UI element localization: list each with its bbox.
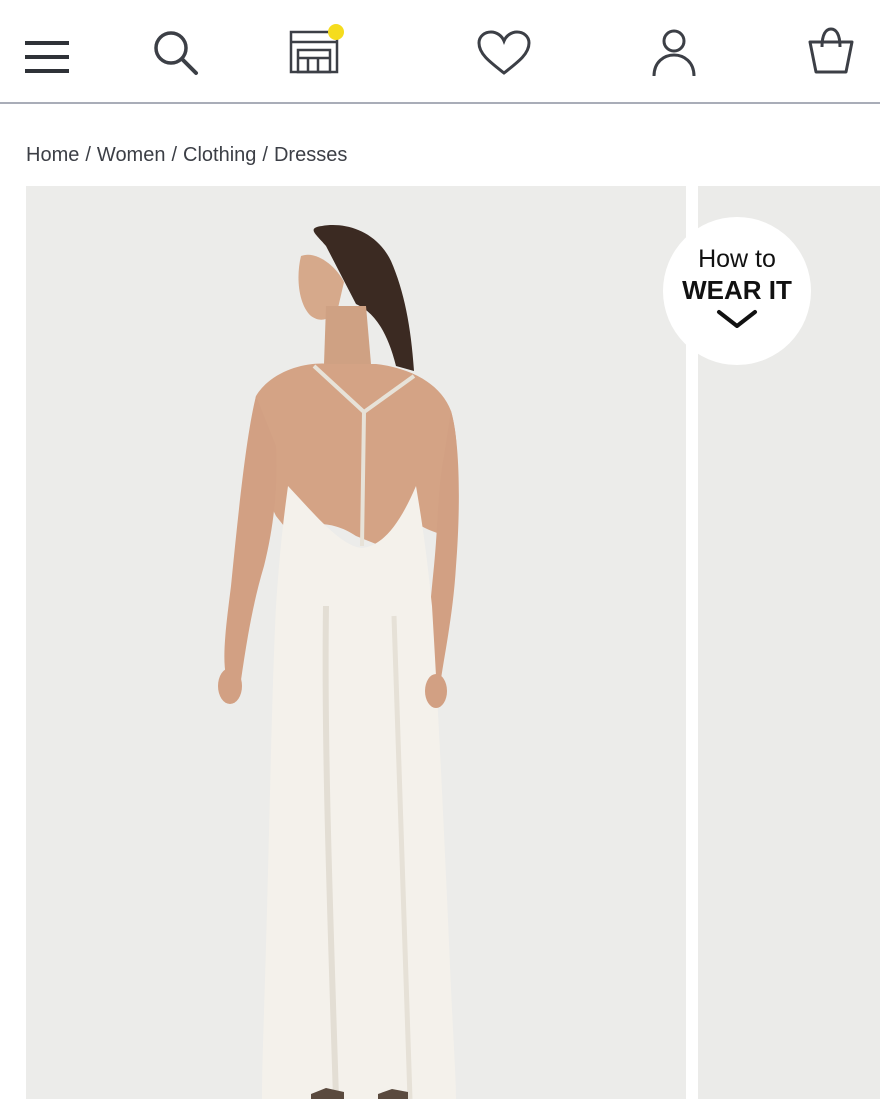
- chevron-down-icon: [717, 310, 757, 328]
- account-icon[interactable]: [650, 28, 698, 78]
- top-nav-bar: [0, 0, 880, 104]
- how-to-label: How to: [698, 245, 776, 273]
- heart-icon[interactable]: [476, 30, 532, 76]
- how-to-wear-it-button[interactable]: How to WEAR IT: [663, 217, 811, 365]
- search-icon[interactable]: [152, 29, 200, 77]
- breadcrumb-dresses[interactable]: Dresses: [274, 144, 347, 167]
- product-photo-back-view[interactable]: [26, 186, 686, 1099]
- breadcrumb-separator: /: [262, 144, 268, 166]
- product-image-gallery[interactable]: How to WEAR IT: [26, 186, 880, 1099]
- breadcrumb-separator: /: [85, 144, 91, 166]
- menu-icon[interactable]: [25, 40, 69, 74]
- wear-it-label: WEAR IT: [682, 275, 792, 305]
- notification-dot: [328, 24, 344, 40]
- breadcrumb-women[interactable]: Women: [97, 144, 166, 167]
- model-illustration: [218, 225, 459, 1099]
- breadcrumb-home[interactable]: Home: [26, 144, 79, 167]
- breadcrumb-clothing[interactable]: Clothing: [183, 144, 256, 167]
- bag-icon[interactable]: [806, 26, 856, 76]
- breadcrumb: Home / Women / Clothing / Dresses: [26, 144, 347, 167]
- breadcrumb-separator: /: [171, 144, 178, 166]
- store-icon[interactable]: [288, 20, 350, 76]
